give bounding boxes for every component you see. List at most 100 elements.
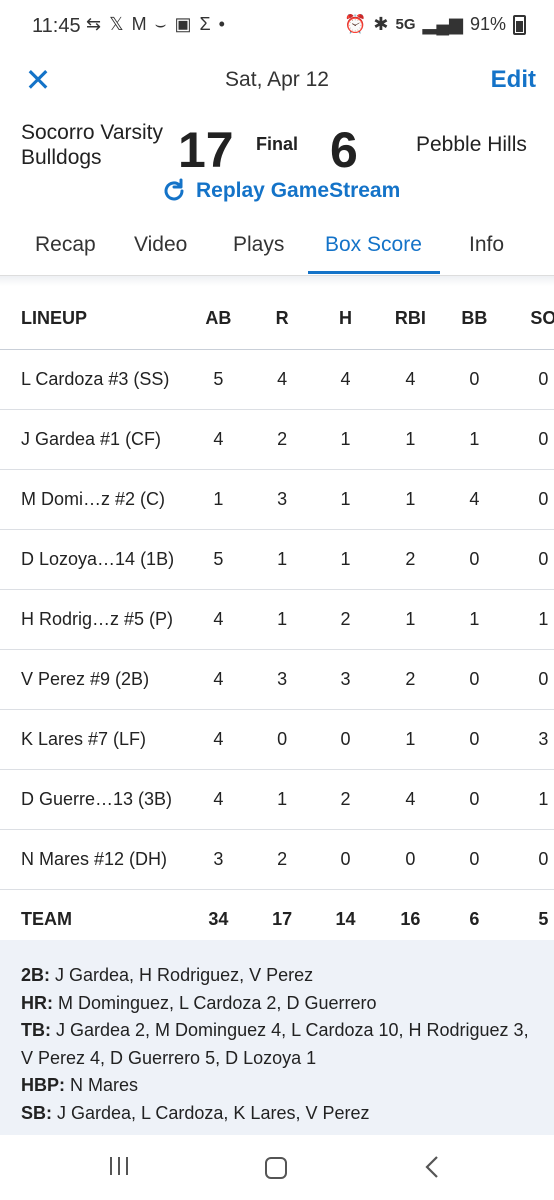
stat-cell: 1	[312, 409, 379, 470]
stat-cell: 2	[251, 409, 313, 470]
system-icons: ⏰ ✱ 5G ▂▄▆ 91%	[344, 14, 526, 35]
stat-cell: 3	[251, 649, 313, 710]
stat-cell: 5	[185, 349, 252, 410]
tab-box-score[interactable]: Box Score	[325, 233, 422, 257]
table-row[interactable]: N Mares #12 (DH) 3 2 0 0 0 0	[0, 829, 554, 890]
stat-cell: 1	[312, 469, 379, 530]
tab-video[interactable]: Video	[134, 233, 187, 257]
table-row[interactable]: H Rodrig…z #5 (P) 4 1 2 1 1 1	[0, 589, 554, 650]
tab-info[interactable]: Info	[469, 233, 504, 257]
stat-cell: 1	[251, 769, 313, 830]
note-text: J Gardea, L Cardoza, K Lares, V Perez	[52, 1102, 370, 1123]
stat-cell: 4	[442, 469, 507, 530]
col-header-h[interactable]: H	[312, 287, 379, 350]
stat-cell: 0	[442, 529, 507, 590]
table-row[interactable]: M Domi…z #2 (C) 1 3 1 1 4 0	[0, 469, 554, 530]
gmail-icon: M	[131, 14, 147, 34]
tab-divider	[0, 276, 554, 286]
stat-cell: 1	[442, 409, 507, 470]
stat-cell: 3	[251, 469, 313, 530]
dot-icon: •	[218, 14, 225, 34]
stat-cell: 0	[312, 829, 379, 890]
replay-icon	[164, 178, 184, 201]
recent-apps-button[interactable]	[110, 1157, 128, 1175]
stat-cell: 3	[312, 649, 379, 710]
sigma-icon: Σ	[199, 14, 211, 34]
stat-cell: 0	[312, 709, 379, 770]
col-header-rbi[interactable]: RBI	[378, 287, 442, 350]
replay-gamestream-button[interactable]: Replay GameStream	[160, 177, 400, 205]
col-header-r[interactable]: R	[251, 287, 313, 350]
stat-cell: 2	[378, 529, 442, 590]
note-text: M Dominguez, L Cardoza 2, D Guerrero	[53, 992, 377, 1013]
stat-cell: 4	[185, 589, 252, 650]
note-label: TB:	[21, 1020, 51, 1040]
stat-cell: 1	[185, 469, 252, 530]
table-row[interactable]: D Guerre…13 (3B) 4 1 2 4 0 1	[0, 769, 554, 830]
stat-cell: 0	[506, 829, 554, 890]
game-status: Final	[256, 134, 299, 154]
player-name: M Domi…z #2 (C)	[0, 469, 186, 530]
replay-label: Replay GameStream	[196, 179, 401, 202]
stat-cell: 4	[312, 349, 379, 410]
edit-button[interactable]: Edit	[491, 66, 536, 94]
stat-cell: 1	[378, 589, 442, 650]
note-line: HBP: N Mares	[21, 1072, 533, 1100]
game-date: Sat, Apr 12	[225, 68, 329, 91]
col-header-lineup: LINEUP	[0, 287, 186, 350]
stat-cell: 4	[185, 769, 252, 830]
system-nav-bar	[0, 1135, 554, 1200]
stat-cell: 0	[442, 349, 507, 410]
table-header-row: LINEUP AB R H RBI BB SO	[0, 287, 554, 350]
player-name: N Mares #12 (DH)	[0, 829, 186, 890]
gallery-icon: ▣	[174, 14, 192, 34]
stat-cell: 2	[312, 769, 379, 830]
home-team-line1: Socorro Varsity	[21, 121, 163, 144]
table-row[interactable]: K Lares #7 (LF) 4 0 0 1 0 3	[0, 709, 554, 770]
col-header-bb[interactable]: BB	[442, 287, 507, 350]
table-row[interactable]: L Cardoza #3 (SS) 5 4 4 4 0 0	[0, 349, 554, 410]
scoreboard: Socorro Varsity Bulldogs 17 Final 6 Pebb…	[0, 112, 554, 217]
home-team-name: Socorro Varsity Bulldogs	[21, 120, 163, 170]
stat-cell: 4	[251, 349, 313, 410]
5g-icon: 5G	[395, 16, 416, 33]
table-row[interactable]: J Gardea #1 (CF) 4 2 1 1 1 0	[0, 409, 554, 470]
col-header-so[interactable]: SO	[506, 287, 554, 350]
app-header: ✕ Sat, Apr 12 Edit	[0, 52, 554, 112]
table-row[interactable]: V Perez #9 (2B) 4 3 3 2 0 0	[0, 649, 554, 710]
tab-recap[interactable]: Recap	[35, 233, 96, 257]
status-bar: 11:45 ⇆ 𝕏 M ⌣ ▣ Σ • ⏰ ✱ 5G ▂▄▆ 91%	[0, 0, 554, 52]
back-button[interactable]	[424, 1155, 440, 1179]
note-label: SB:	[21, 1102, 52, 1123]
stat-cell: 1	[378, 709, 442, 770]
stat-cell: 0	[251, 709, 313, 770]
tab-plays[interactable]: Plays	[233, 233, 284, 257]
note-line: HR: M Dominguez, L Cardoza 2, D Guerrero	[21, 990, 533, 1018]
alarm-icon: ⏰	[343, 14, 367, 34]
note-line: TB: J Gardea 2, M Dominguez 4, L Cardoza…	[21, 1017, 533, 1072]
stat-cell: 0	[442, 829, 507, 890]
stat-cell: 0	[506, 649, 554, 710]
player-name: J Gardea #1 (CF)	[0, 409, 186, 470]
note-text: J Gardea 2, M Dominguez 4, L Cardoza 10,…	[21, 1020, 529, 1068]
player-name: V Perez #9 (2B)	[0, 649, 186, 710]
col-header-ab[interactable]: AB	[185, 287, 252, 350]
home-score: 17	[178, 122, 234, 178]
stat-cell: 0	[442, 769, 507, 830]
table-row[interactable]: D Lozoya…14 (1B) 5 1 1 2 0 0	[0, 529, 554, 590]
note-label: HBP:	[21, 1075, 65, 1095]
stat-cell: 0	[378, 829, 442, 890]
stat-cell: 1	[506, 769, 554, 830]
player-name: D Lozoya…14 (1B)	[0, 529, 186, 590]
stat-cell: 3	[185, 829, 252, 890]
stat-cell: 4	[185, 709, 252, 770]
bluetooth-icon: ✱	[373, 14, 389, 34]
stat-cell: 2	[378, 649, 442, 710]
stat-cell: 0	[506, 349, 554, 410]
active-tab-indicator	[308, 271, 440, 274]
note-text: J Gardea, H Rodriguez, V Perez	[50, 965, 314, 985]
home-button[interactable]	[265, 1157, 287, 1179]
stat-cell: 1	[378, 469, 442, 530]
box-score-table: LINEUP AB R H RBI BB SO L Cardoza #3 (SS…	[0, 287, 554, 950]
stat-cell: 1	[442, 589, 507, 650]
